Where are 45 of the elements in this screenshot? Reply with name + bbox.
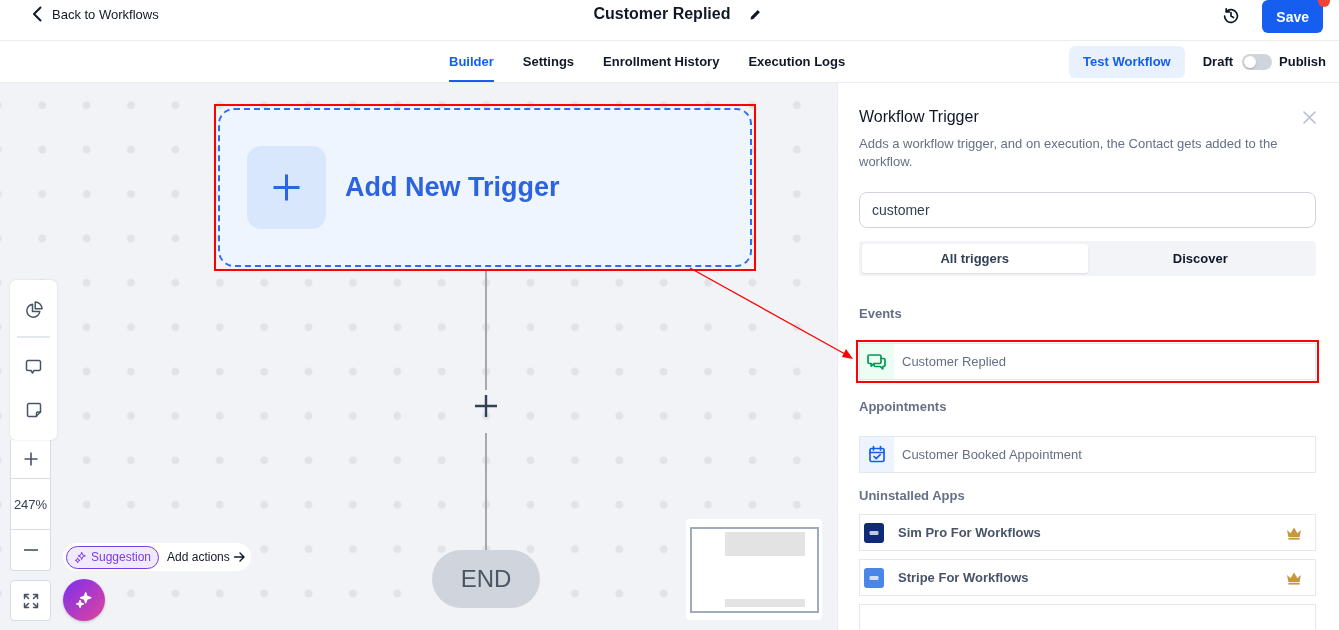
toggle-label: Draft	[1202, 54, 1234, 69]
save-button[interactable]: Save	[1262, 0, 1323, 33]
search-field[interactable]: customer	[859, 192, 1316, 228]
trigger-option[interactable]: Customer Replied	[859, 343, 1316, 380]
back-link[interactable]: Back to Workflows	[32, 4, 159, 24]
sticky-note-icon[interactable]	[25, 402, 42, 418]
history-icon[interactable]	[1222, 7, 1241, 25]
plus-icon[interactable]	[23, 452, 38, 466]
app-option[interactable]: Sim Pro For Workflows	[859, 514, 1316, 551]
segment-tab[interactable]: Discover	[1087, 244, 1313, 273]
trigger-option[interactable]: Customer Booked Appointment	[859, 436, 1316, 473]
suggestion-chip[interactable]: Suggestion	[66, 545, 160, 569]
publish-toggle[interactable]	[1242, 53, 1273, 70]
toggle-label: Publish	[1279, 54, 1326, 69]
test-workflow-button[interactable]: Test Workflow	[1069, 45, 1185, 78]
tab[interactable]: Execution Logs	[748, 41, 846, 82]
comment-icon[interactable]	[25, 358, 42, 376]
panel-title: Workflow Trigger	[859, 108, 979, 126]
expand-icon	[22, 592, 39, 609]
section-heading: Events	[859, 306, 903, 322]
sparkle-icon	[74, 550, 87, 564]
add-actions-link[interactable]: Add actions	[167, 550, 245, 564]
minus-icon[interactable]	[23, 549, 38, 551]
add-step-icon[interactable]	[474, 394, 498, 418]
arrow-right-icon	[233, 552, 245, 562]
section-heading: Appointments	[859, 399, 948, 415]
chat-bubbles-icon	[860, 344, 894, 379]
add-trigger-node[interactable]: Add New Trigger	[218, 108, 752, 267]
workflow-title: Customer Replied	[593, 4, 731, 24]
sparkle-icon	[75, 591, 93, 609]
chevron-left-icon	[32, 6, 42, 22]
pie-chart-icon[interactable]	[24, 301, 43, 319]
tab[interactable]: Enrollment History	[603, 41, 720, 82]
segment-tab[interactable]: All triggers	[862, 244, 1088, 273]
ai-assistant-button[interactable]	[63, 579, 105, 621]
panel-description: Adds a workflow trigger, and on execution, the Contact gets added to the workflow.	[859, 135, 1279, 171]
pencil-icon[interactable]	[750, 8, 762, 20]
fit-view-button[interactable]	[10, 580, 51, 621]
section-heading: Uninstalled Apps	[859, 488, 966, 504]
calendar-check-icon	[860, 437, 894, 472]
tab[interactable]: Settings	[522, 41, 575, 82]
zoom-level: 247%	[13, 496, 48, 512]
app-option[interactable]: Stripe For Workflows	[859, 559, 1316, 596]
end-node: END	[432, 550, 540, 608]
plus-icon	[247, 146, 326, 229]
